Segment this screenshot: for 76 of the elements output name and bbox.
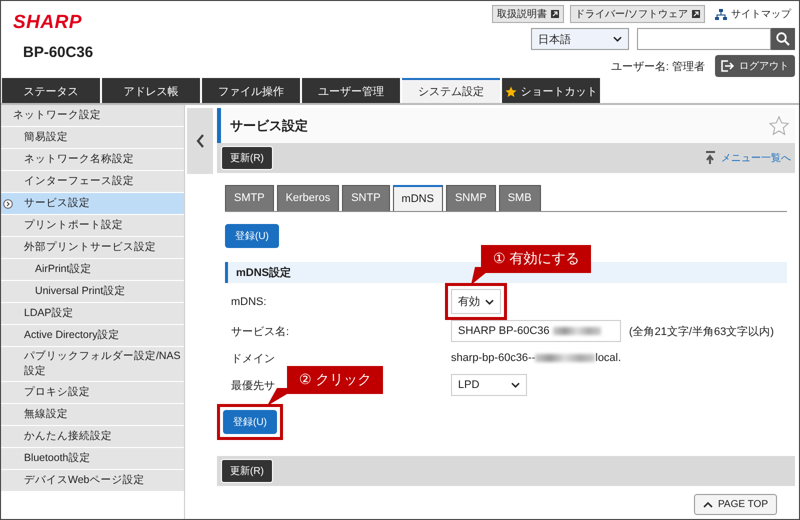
sidebar-item[interactable]: Active Directory設定 [1,325,184,347]
field-label: サービス名: [231,324,290,338]
sidebar-item[interactable]: ネットワーク名称設定 [1,149,184,171]
select-field[interactable]: 有効 [451,289,501,314]
search-icon [776,32,790,46]
field-hint: (全角21文字/半角63文字以内) [629,324,774,338]
brand-logo: SHARP [13,12,84,34]
highlight-frame [217,404,283,440]
sidebar-item[interactable]: AirPrint設定 [1,259,184,281]
blur-mark [552,327,601,335]
protocol-tab[interactable]: SMTP [225,185,274,211]
chevron-down-icon [613,36,622,42]
highlight-frame [445,283,507,320]
nav-tab[interactable]: アドレス帳 [102,78,200,103]
sidebar-item[interactable]: かんたん接続設定 [1,426,184,448]
star-outline-icon[interactable] [769,116,789,136]
sidebar-item[interactable]: パブリックフォルダー設定/NAS設定 [1,347,184,382]
sidebar-item[interactable]: Universal Print設定 [1,281,184,303]
external-link-icon [551,10,560,18]
page-title: サービス設定 [230,116,308,134]
protocol-tab[interactable]: SMB [498,185,541,211]
collapse-button[interactable] [187,108,213,174]
logout-icon [721,60,734,72]
field-label: mDNS: [231,296,266,308]
sitemap-icon [715,8,727,20]
language-select[interactable]: 日本語 [531,28,629,50]
external-link-icon [692,10,700,18]
nav-tab[interactable]: ファイル操作 [202,78,300,103]
field-value: local. [595,352,622,364]
sidebar-item[interactable]: ネットワーク設定 [1,105,184,127]
user-name: ユーザー名: 管理者 [610,60,705,74]
search-button[interactable] [771,28,795,50]
nav-tab[interactable]: ショートカット [502,78,600,103]
chevron-down-icon [511,382,520,388]
blur-mark [535,354,596,362]
callout-label: ② クリック [287,366,384,394]
sidebar-item[interactable]: デバイスWebページ設定 [1,470,184,492]
page-top-button[interactable]: PAGE TOP [694,494,777,515]
field-value: SHARP BP-60C36 [458,325,550,337]
sidebar-item[interactable]: サービス設定 [1,193,184,215]
sidebar-item[interactable]: プリントポート設定 [1,215,184,237]
field-label: 最優先サ [231,378,275,392]
protocol-tab[interactable]: SNMP [446,185,496,211]
search-field[interactable] [637,28,771,50]
sidebar-item[interactable]: 無線設定 [1,404,184,426]
chevron-down-icon [485,298,494,304]
header-link[interactable]: 取扱説明書 [492,5,564,23]
sidebar-item[interactable]: 簡易設定 [1,127,184,149]
header-link[interactable]: サイトマップ [711,6,795,22]
sidebar-item[interactable]: プロキシ設定 [1,382,184,404]
nav-tab[interactable]: ユーザー管理 [302,78,400,103]
protocol-tab[interactable]: mDNS [392,185,443,211]
star-icon [504,86,516,98]
header-link[interactable]: ドライバー/ソフトウェア [570,5,705,23]
refresh-button[interactable]: 更新(R) [221,146,273,170]
sidebar-item[interactable]: インターフェース設定 [1,171,184,193]
register-button[interactable]: 登録(U) [223,410,277,434]
model-name: BP-60C36 [23,44,94,61]
text-field[interactable]: SHARP BP-60C36 [451,320,621,342]
refresh-button[interactable]: 更新(R) [221,459,273,483]
protocol-tab[interactable]: SNTP [342,185,390,211]
sidebar-item[interactable]: 外部プリントサービス設定 [1,237,184,259]
select-field[interactable]: LPD [451,374,527,396]
nav-tab[interactable]: システム設定 [402,78,500,103]
field-label: ドメイン [231,352,275,366]
register-button[interactable]: 登録(U) [225,224,279,248]
sidebar-item[interactable]: Bluetooth設定 [1,448,184,470]
sidebar-item[interactable]: LDAP設定 [1,303,184,325]
logout-button[interactable]: ログアウト [715,55,795,77]
chevron-up-icon [702,501,713,508]
menu-link[interactable]: メニュー一覧へ [705,151,791,165]
chevron-left-icon [196,134,204,148]
field-value: sharp-bp-60c36-- [451,352,536,364]
protocol-tab[interactable]: Kerberos [276,185,340,211]
chevron-circle-icon [3,199,13,209]
nav-tab[interactable]: ステータス [2,78,100,103]
